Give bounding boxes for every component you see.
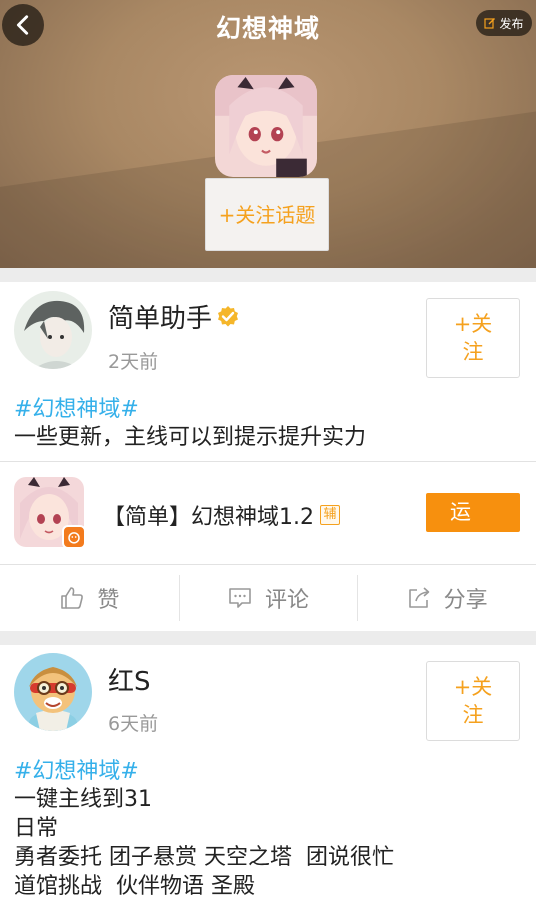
follow-button[interactable]: +关注	[426, 298, 520, 378]
topic-header: 幻想神域 发布 +关注话题	[0, 0, 536, 268]
follow-topic-button[interactable]: +关注话题	[205, 178, 329, 251]
app-name-text: 【简单】幻想神域1.2	[103, 505, 314, 530]
post-text: 一键主线到31 日常 勇者委托 团子悬赏 天空之塔 团说很忙 道馆挑战 伙伴物语…	[14, 787, 394, 899]
username-text: 红S	[108, 667, 151, 697]
assist-tag: 辅	[320, 505, 340, 525]
comment-label: 评论	[265, 588, 310, 613]
post-time: 2天前	[108, 351, 159, 373]
topic-game-icon	[215, 75, 317, 177]
edit-icon	[484, 18, 496, 29]
app-name[interactable]: 【简单】幻想神域1.2 辅	[103, 499, 340, 531]
avatar[interactable]	[14, 653, 92, 731]
divider	[0, 461, 536, 462]
post-text: 一些更新，主线可以到提示提升实力	[14, 425, 367, 450]
hashtag-link[interactable]: #幻想神域#	[14, 753, 139, 785]
username[interactable]: 简单助手	[108, 298, 240, 335]
page-title: 幻想神域	[215, 14, 320, 43]
section-gap	[0, 631, 536, 645]
share-icon	[408, 587, 429, 608]
action-bar: 赞 评论 分享	[0, 565, 536, 631]
username[interactable]: 红S	[108, 661, 151, 698]
section-gap	[0, 268, 536, 282]
follow-button[interactable]: +关注	[426, 661, 520, 741]
run-button[interactable]: 运	[426, 493, 520, 532]
avatar[interactable]	[14, 291, 92, 369]
publish-label: 发布	[499, 16, 524, 31]
share-label: 分享	[443, 588, 488, 613]
hashtag-link[interactable]: #幻想神域#	[14, 391, 139, 423]
verified-icon	[218, 305, 239, 326]
username-text: 简单助手	[108, 304, 213, 334]
app-badge-icon	[62, 525, 86, 549]
comment-button[interactable]: 评论	[178, 565, 358, 631]
publish-button[interactable]: 发布	[476, 10, 532, 36]
comment-icon	[229, 588, 251, 608]
like-button[interactable]: 赞	[0, 565, 179, 631]
thumbs-up-icon	[61, 587, 84, 609]
share-button[interactable]: 分享	[357, 565, 536, 631]
like-label: 赞	[97, 588, 120, 613]
post-time: 6天前	[108, 713, 159, 735]
